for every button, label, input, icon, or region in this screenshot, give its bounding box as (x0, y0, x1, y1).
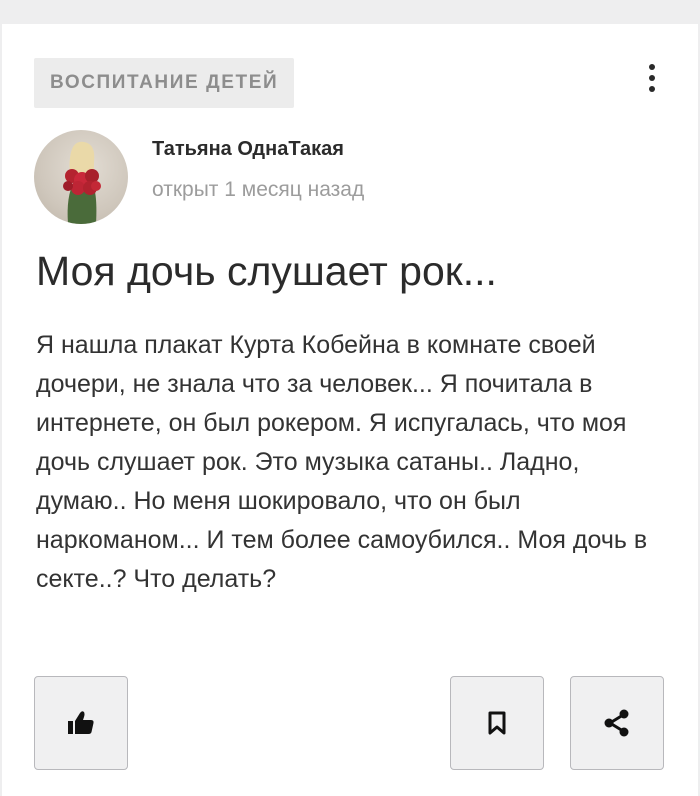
post-title: Моя дочь слушает рок... (36, 248, 497, 294)
category-label: ВОСПИТАНИЕ ДЕТЕЙ (50, 72, 279, 93)
share-button[interactable] (570, 676, 664, 770)
bookmark-icon (488, 711, 506, 735)
thumbs-up-icon (67, 710, 95, 736)
bookmark-button[interactable] (450, 676, 544, 770)
post-body: Я нашла плакат Курта Кобейна в комнате с… (36, 331, 648, 593)
post-card: ВОСПИТАНИЕ ДЕТЕЙ Татьяна ОднаТакая откры… (2, 24, 698, 796)
post-time: открыт 1 месяц назад (152, 178, 365, 201)
author-name[interactable]: Татьяна ОднаТакая (152, 138, 344, 161)
more-options-icon[interactable] (638, 58, 666, 98)
share-icon (603, 709, 631, 737)
category-tag[interactable]: ВОСПИТАНИЕ ДЕТЕЙ (34, 58, 295, 108)
like-button[interactable] (34, 676, 128, 770)
avatar[interactable] (34, 130, 128, 224)
